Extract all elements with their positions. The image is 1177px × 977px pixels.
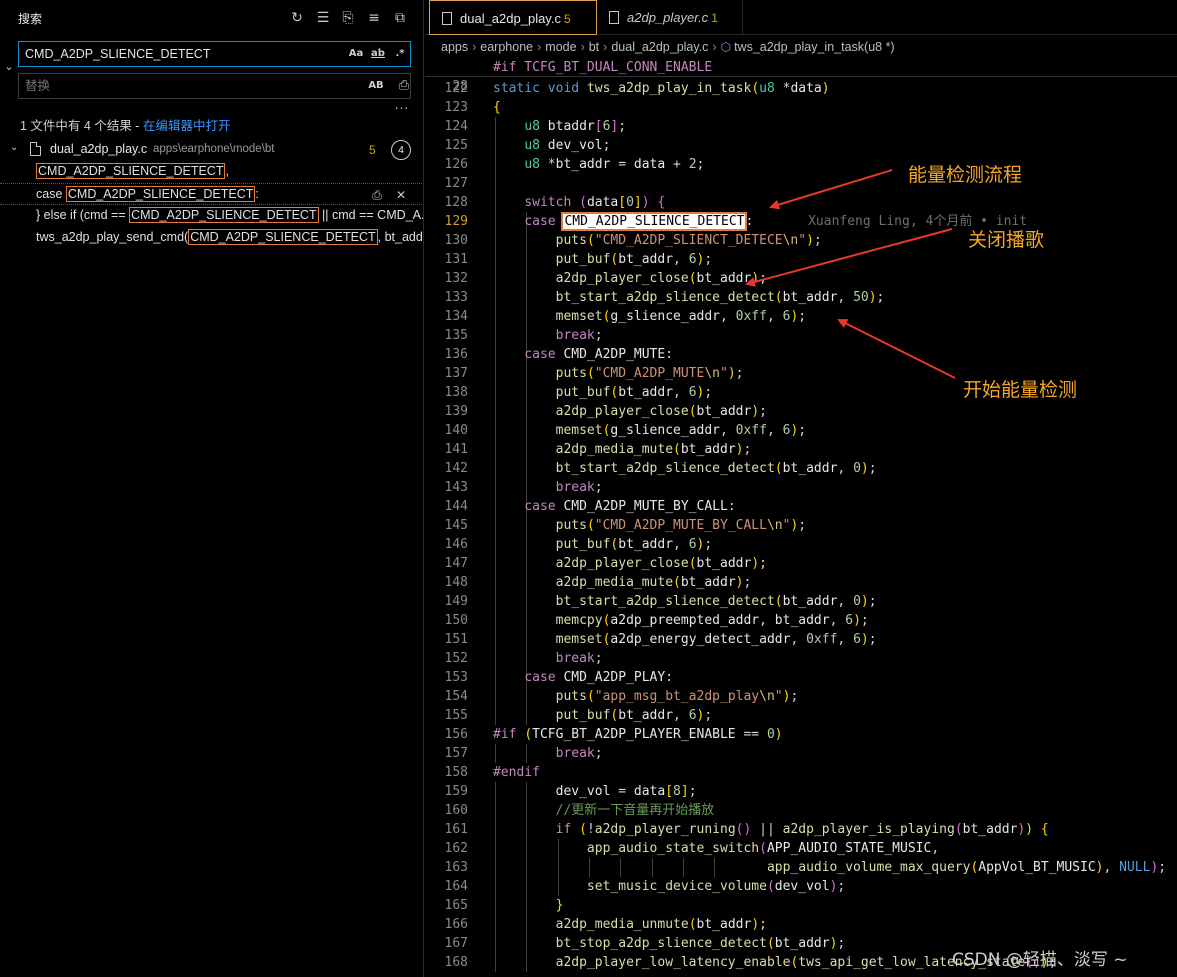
list-item[interactable]: } else if (cmd == CMD_A2DP_SLIENCE_DETEC…: [0, 205, 424, 227]
chevron-down-icon[interactable]: ⌄: [10, 142, 18, 153]
result-file-row[interactable]: ⌄ dual_a2dp_play.c apps\earphone\mode\bt…: [0, 139, 423, 161]
arrow-close-play: [745, 228, 953, 287]
match-suffix: , bt_addr, ...: [377, 230, 423, 244]
close-icon[interactable]: ✕: [393, 187, 409, 203]
search-title: 搜索: [18, 12, 43, 26]
match-count-badge: 4: [391, 140, 411, 160]
search-header: 搜索 ↻ ☰ ⎘ ≡ ⧉: [0, 0, 423, 36]
match-highlight: CMD_A2DP_SLIENCE_DETECT: [188, 229, 378, 245]
match-suffix: || cmd == CMD_A...: [318, 208, 424, 222]
replace-icon[interactable]: ⎙: [369, 187, 385, 203]
match-highlight: CMD_A2DP_SLIENCE_DETECT: [65, 186, 256, 202]
new-search-editor-icon[interactable]: ⎘: [338, 8, 358, 28]
regex-icon[interactable]: .*: [392, 46, 408, 62]
annotation-close-play: 关闭播歌: [968, 229, 1045, 251]
list-item[interactable]: CMD_A2DP_SLIENCE_DETECT,: [0, 161, 423, 183]
refresh-icon[interactable]: ↻: [287, 8, 307, 28]
view-as-tree-icon[interactable]: ≡: [364, 8, 384, 28]
code-editor: dual_a2dp_play.c 5 a2dp_player.c 1 apps › ea…: [425, 0, 1177, 977]
whole-word-icon[interactable]: ab: [369, 46, 387, 62]
result-file-name: dual_a2dp_play.c: [50, 142, 148, 156]
match-highlight: CMD_A2DP_SLIENCE_DETECT: [129, 207, 319, 223]
preserve-case-icon[interactable]: AB: [367, 78, 385, 94]
problem-count: 5: [369, 143, 376, 157]
result-file-path: apps\earphone\mode\bt: [153, 143, 275, 155]
match-prefix: case: [36, 187, 66, 201]
arrow-energy-flow: [769, 169, 893, 210]
open-in-editor-link[interactable]: 在编辑器中打开: [143, 119, 231, 133]
match-suffix: :: [255, 187, 259, 201]
match-prefix: } else if (cmd ==: [36, 208, 130, 222]
more-options-icon[interactable]: ...: [393, 98, 411, 112]
list-item[interactable]: tws_a2dp_play_send_cmd(CMD_A2DP_SLIENCE_…: [0, 227, 423, 249]
match-case-icon[interactable]: Aa: [348, 46, 364, 62]
replace-input[interactable]: [25, 77, 345, 95]
match-suffix: ,: [225, 164, 229, 178]
match-highlight: CMD_A2DP_SLIENCE_DETECT: [36, 163, 226, 179]
list-item[interactable]: case CMD_A2DP_SLIENCE_DETECT: ⎙ ✕: [0, 183, 423, 205]
search-panel: 搜索 ↻ ☰ ⎘ ≡ ⧉ ⌄ Aa ab .* AB ⎙ ... 1 文件中有 …: [0, 0, 424, 977]
file-icon: [30, 142, 41, 156]
match-prefix: tws_a2dp_play_send_cmd(: [36, 230, 189, 244]
replace-all-icon[interactable]: ⎙: [395, 77, 413, 95]
annotation-energy-flow: 能量检测流程: [908, 164, 1023, 186]
watermark: CSDN @轻描、淡写 ~: [952, 950, 1128, 970]
annotation-start-detect: 开始能量检测: [963, 379, 1078, 401]
chevron-down-icon[interactable]: ⌄: [2, 60, 16, 73]
collapse-all-icon[interactable]: ⧉: [390, 8, 410, 28]
clear-results-icon[interactable]: ☰: [313, 8, 333, 28]
replace-field[interactable]: AB: [18, 73, 411, 99]
arrow-start-detect: [837, 319, 956, 379]
search-field[interactable]: Aa ab .*: [18, 41, 411, 67]
results-summary: 1 文件中有 4 个结果 - 在编辑器中打开: [20, 115, 230, 134]
annotation-arrows: [745, 169, 956, 379]
results-count: 1 文件中有 4 个结果 -: [20, 119, 143, 133]
search-input[interactable]: [25, 45, 345, 63]
